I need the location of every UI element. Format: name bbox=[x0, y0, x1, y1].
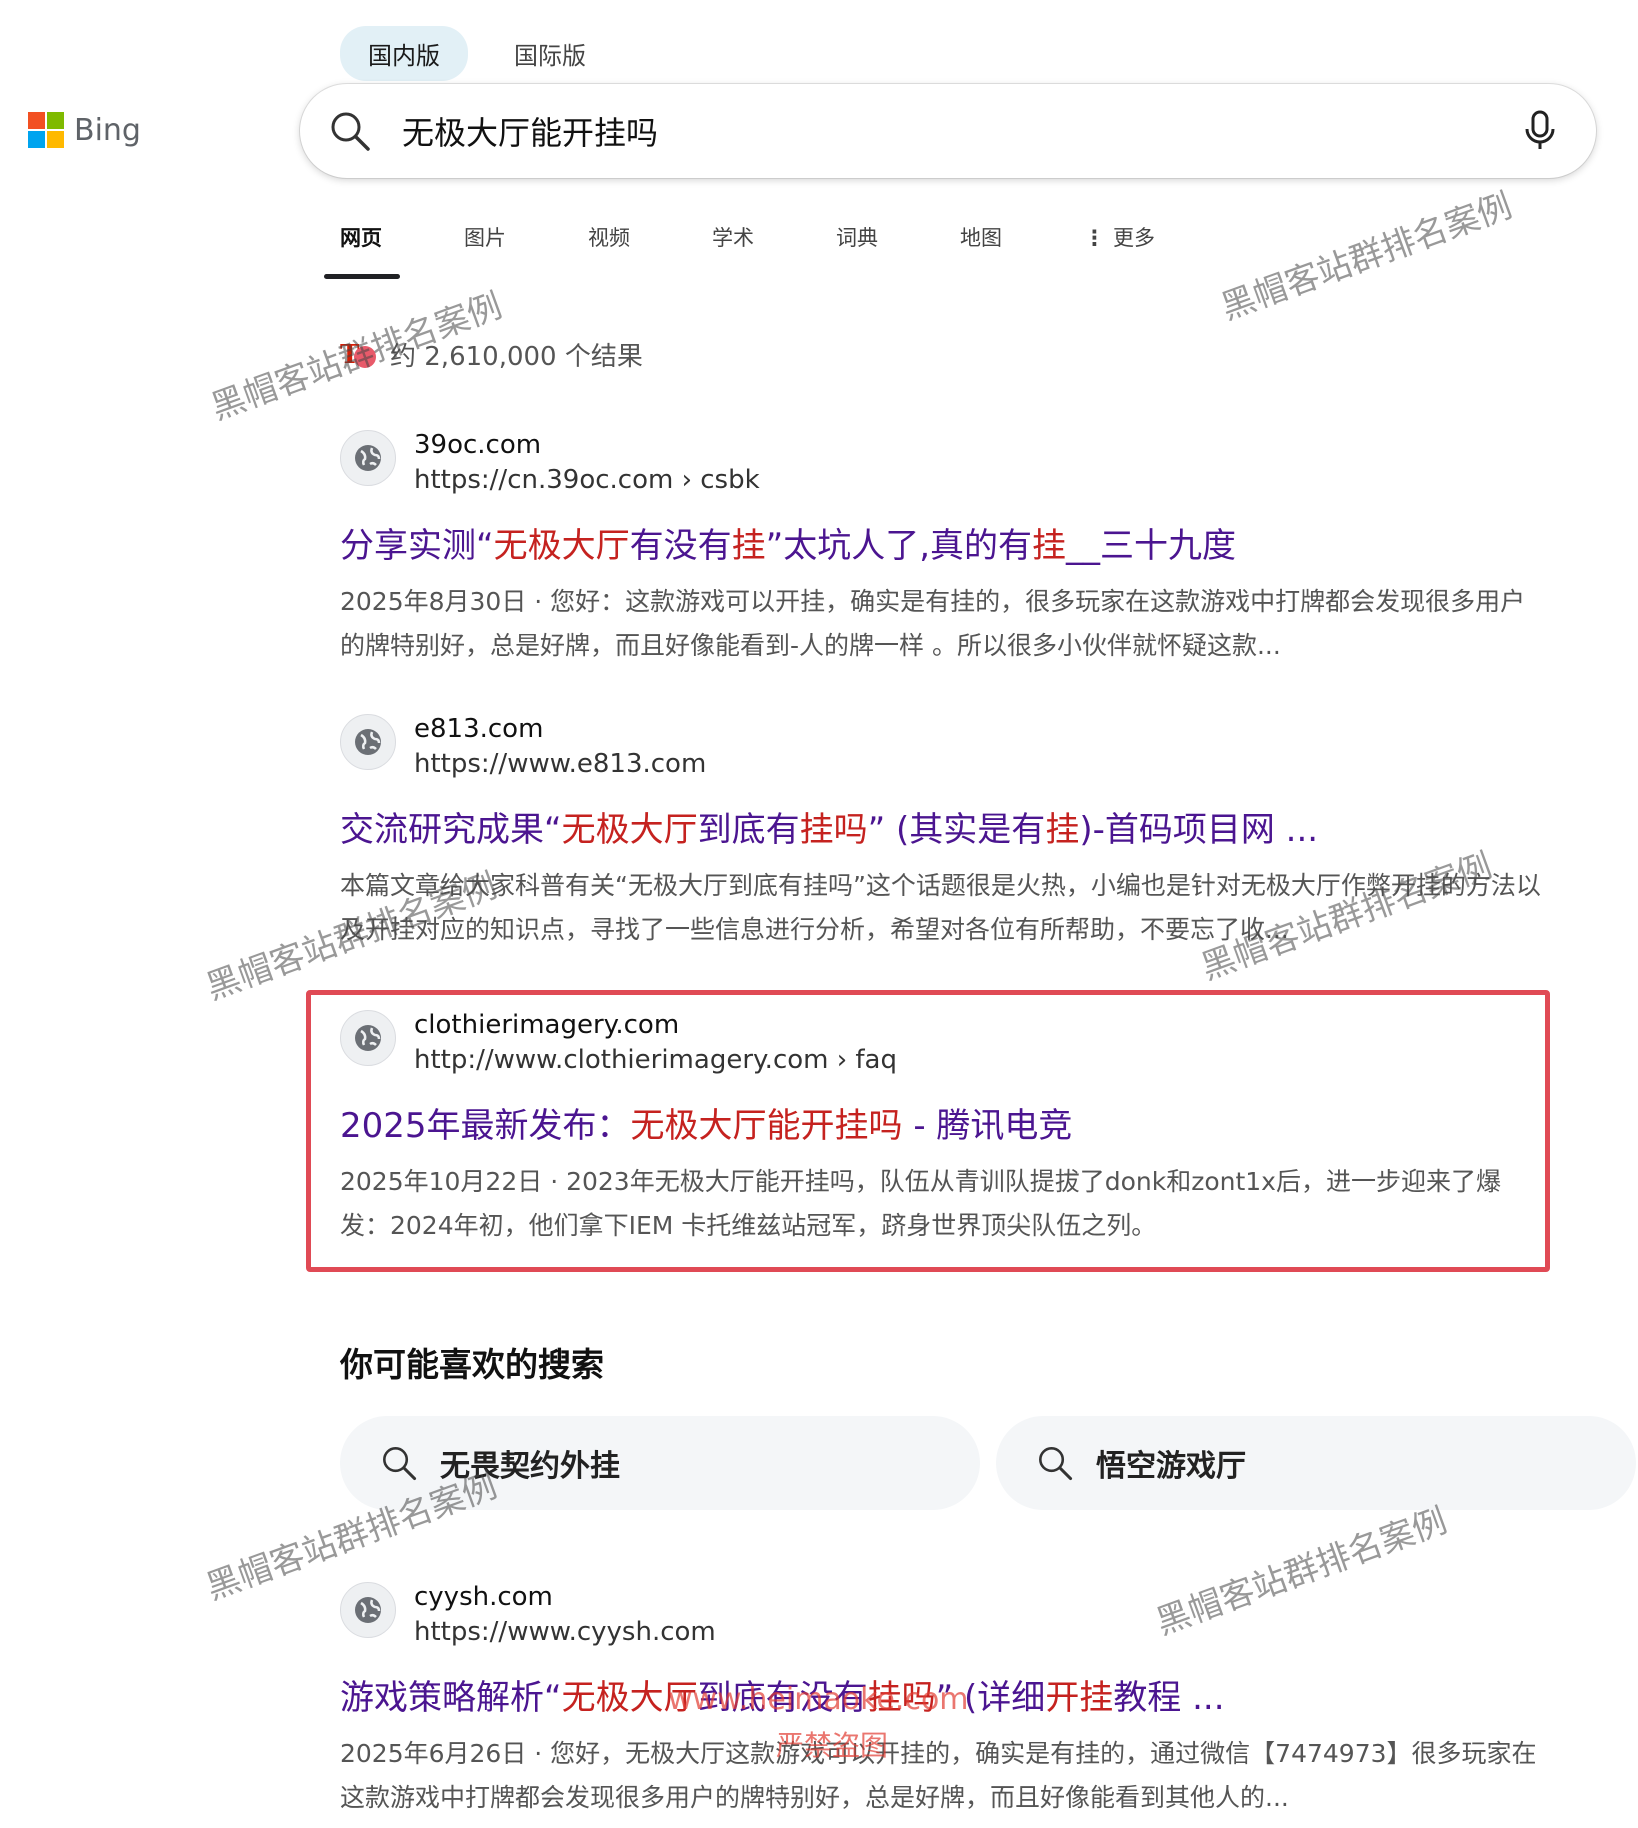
vertical-nav: 网页 图片 视频 学术 词典 地图 ⋮ 更多 bbox=[324, 222, 1192, 278]
title-segment: ” (其实是有 bbox=[867, 810, 1046, 850]
result-url[interactable]: https://cn.39oc.com › csbk bbox=[414, 462, 760, 498]
related-search-chip[interactable]: 无畏契约外挂 bbox=[340, 1416, 980, 1510]
title-segment: ” (详细 bbox=[935, 1678, 1046, 1718]
title-highlight: 无极大厅能开挂吗 bbox=[630, 1106, 903, 1146]
result-snippet: 本篇文章给大家科普有关“无极大厅到底有挂吗”这个话题很是火热，小编也是针对无极大… bbox=[340, 871, 1541, 944]
search-icon bbox=[383, 1447, 417, 1481]
watermark: 黑帽客站群排名案例 bbox=[1215, 185, 1518, 329]
title-highlight: 无极大厅 bbox=[493, 526, 630, 566]
title-segment: - 腾讯电竞 bbox=[902, 1106, 1073, 1146]
title-highlight: 无极大厅 bbox=[561, 810, 698, 850]
title-segment: __三十九度 bbox=[1066, 526, 1237, 566]
search-result: 39oc.com https://cn.39oc.com › csbk 分享实测… bbox=[340, 428, 1550, 668]
search-result: clothierimagery.com http://www.clothieri… bbox=[340, 1008, 1550, 1248]
title-segment: 交流研究成果“ bbox=[340, 810, 562, 850]
result-site-name[interactable]: 39oc.com bbox=[414, 428, 760, 462]
globe-icon bbox=[340, 430, 396, 486]
bing-logo[interactable]: Bing bbox=[28, 112, 141, 148]
title-segment: 游戏策略解析“ bbox=[340, 1678, 562, 1718]
tab-domestic[interactable]: 国内版 bbox=[340, 26, 468, 81]
related-search-label: 无畏契约外挂 bbox=[440, 1449, 620, 1484]
logo-text: Bing bbox=[74, 112, 141, 148]
result-site-name[interactable]: cyysh.com bbox=[414, 1580, 716, 1614]
market-tabs: 国内版 国际版 bbox=[340, 26, 614, 81]
title-segment: 2025年最新发布： bbox=[340, 1106, 631, 1146]
title-highlight: 无极大厅 bbox=[561, 1678, 698, 1718]
title-segment: 到底有 bbox=[697, 810, 800, 850]
tip-badge-icon[interactable]: T bbox=[340, 340, 376, 370]
tab-videos[interactable]: 视频 bbox=[572, 222, 696, 278]
result-snippet: 2025年10月22日 · 2023年无极大厅能开挂吗，队伍从青训队提拔了don… bbox=[340, 1167, 1501, 1240]
title-highlight: 挂 bbox=[1045, 810, 1080, 850]
title-highlight: 挂 bbox=[731, 526, 766, 566]
title-highlight: 挂吗 bbox=[867, 1678, 936, 1718]
tab-more-label: 更多 bbox=[1113, 226, 1155, 250]
search-box bbox=[300, 84, 1596, 178]
tab-images[interactable]: 图片 bbox=[448, 222, 572, 278]
title-highlight: 开挂 bbox=[1045, 1678, 1114, 1718]
title-segment: 教程 ... bbox=[1113, 1678, 1225, 1718]
title-segment: 分享实测“ bbox=[340, 526, 494, 566]
title-segment: ”太坑人了,真的有 bbox=[765, 526, 1033, 566]
title-segment: 有没有 bbox=[629, 526, 732, 566]
globe-icon bbox=[340, 1010, 396, 1066]
search-icon bbox=[1039, 1447, 1073, 1481]
globe-icon bbox=[340, 714, 396, 770]
active-tab-indicator bbox=[324, 274, 400, 279]
results-count-row: T 约 2,610,000 个结果 bbox=[340, 336, 643, 373]
tab-more[interactable]: ⋮ 更多 bbox=[1068, 222, 1192, 278]
result-title-link[interactable]: 游戏策略解析“无极大厅到底有没有挂吗” (详细开挂教程 ... bbox=[340, 1674, 1550, 1722]
related-search-label: 悟空游戏厅 bbox=[1096, 1449, 1246, 1484]
result-url[interactable]: http://www.clothierimagery.com › faq bbox=[414, 1042, 897, 1078]
tab-dictionary[interactable]: 词典 bbox=[820, 222, 944, 278]
result-site-name[interactable]: clothierimagery.com bbox=[414, 1008, 897, 1042]
tab-academic[interactable]: 学术 bbox=[696, 222, 820, 278]
result-snippet: 2025年8月30日 · 您好：这款游戏可以开挂，确实是有挂的，很多玩家在这款游… bbox=[340, 587, 1526, 660]
results-count: 约 2,610,000 个结果 bbox=[390, 342, 643, 372]
tab-web[interactable]: 网页 bbox=[324, 222, 448, 278]
globe-icon bbox=[340, 1582, 396, 1638]
title-segment: 到底有没有 bbox=[697, 1678, 868, 1718]
search-icon[interactable] bbox=[328, 109, 372, 153]
microphone-icon[interactable] bbox=[1520, 109, 1560, 153]
search-input[interactable] bbox=[400, 111, 1464, 151]
result-url[interactable]: https://www.cyysh.com bbox=[414, 1614, 716, 1650]
tab-maps[interactable]: 地图 bbox=[944, 222, 1068, 278]
title-highlight: 挂 bbox=[1032, 526, 1067, 566]
related-searches-heading: 你可能喜欢的搜索 bbox=[340, 1345, 604, 1384]
result-title-link[interactable]: 分享实测“无极大厅有没有挂”太坑人了,真的有挂__三十九度 bbox=[340, 522, 1550, 570]
related-search-chip[interactable]: 悟空游戏厅 bbox=[996, 1416, 1636, 1510]
result-snippet: 2025年6月26日 · 您好，无极大厅这款游戏可以开挂的，确实是有挂的，通过微… bbox=[340, 1739, 1537, 1812]
more-vertical-icon: ⋮ bbox=[1084, 226, 1105, 250]
title-highlight: 挂吗 bbox=[799, 810, 868, 850]
result-site-name[interactable]: e813.com bbox=[414, 712, 706, 746]
tab-international[interactable]: 国际版 bbox=[486, 26, 614, 81]
search-result: e813.com https://www.e813.com 交流研究成果“无极大… bbox=[340, 712, 1550, 952]
microsoft-logo-icon bbox=[28, 112, 64, 148]
result-url[interactable]: https://www.e813.com bbox=[414, 746, 706, 782]
result-title-link[interactable]: 2025年最新发布：无极大厅能开挂吗 - 腾讯电竞 bbox=[340, 1102, 1550, 1150]
title-segment: )-首码项目网 ... bbox=[1079, 810, 1319, 850]
search-result: cyysh.com https://www.cyysh.com 游戏策略解析“无… bbox=[340, 1580, 1550, 1820]
result-title-link[interactable]: 交流研究成果“无极大厅到底有挂吗” (其实是有挂)-首码项目网 ... bbox=[340, 806, 1550, 854]
